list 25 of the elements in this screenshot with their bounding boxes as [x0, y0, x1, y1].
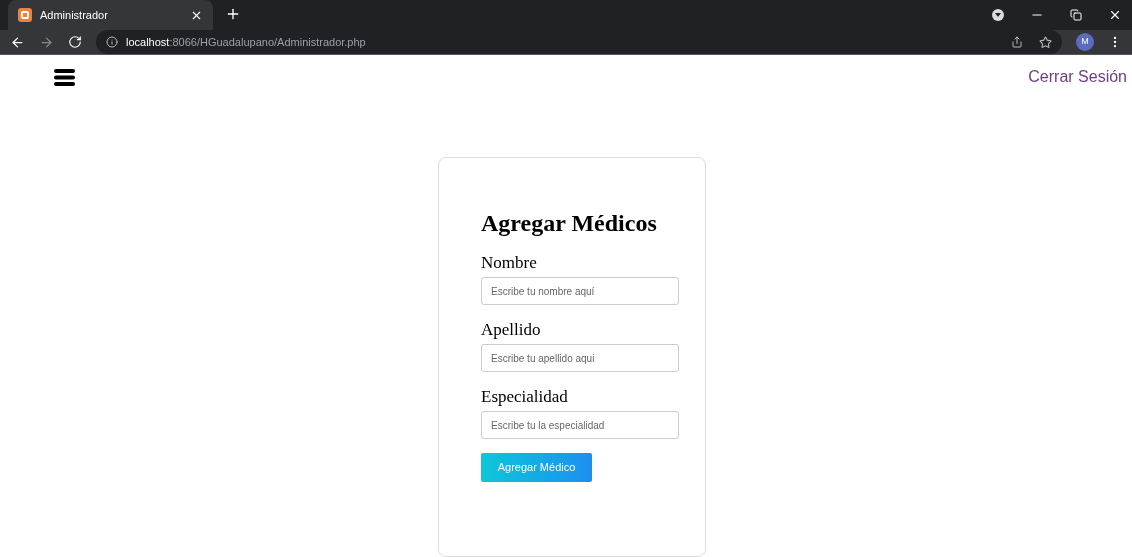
share-icon[interactable] [1011, 36, 1023, 48]
back-icon[interactable] [10, 34, 25, 50]
info-icon [106, 36, 118, 48]
form-title: Agregar Médicos [481, 209, 658, 238]
site-icon [18, 8, 32, 22]
reload-icon[interactable] [68, 35, 82, 49]
restore-icon[interactable] [1070, 9, 1082, 21]
field-label: Especialidad [481, 386, 569, 408]
new-tab-icon[interactable] [225, 6, 241, 22]
dropdown-icon[interactable] [992, 9, 1004, 21]
menu-icon[interactable] [54, 68, 75, 86]
input-field[interactable]: Escribe tu apellido aqui [481, 344, 679, 372]
address-bar[interactable]: localhost:8066/HGuadalupano/Administrador.php [96, 30, 1062, 54]
field-label: Nombre [481, 252, 538, 274]
forward-icon[interactable] [39, 34, 54, 50]
field-label: Apellido [481, 319, 542, 341]
input-field[interactable]: Escribe tu nombre aquí [481, 277, 679, 305]
close-icon[interactable] [1108, 8, 1122, 22]
star-icon[interactable] [1039, 35, 1052, 49]
profile-avatar[interactable]: M [1076, 33, 1094, 51]
browser-tab[interactable]: Administrador [8, 0, 213, 30]
input-field[interactable]: Escribe tu la especialidad [481, 411, 679, 439]
tab-title: Administrador [40, 7, 109, 23]
logout-link[interactable]: Cerrar Sesión [1028, 65, 1127, 89]
url-text: localhost:8066/HGuadalupano/Administrador.php [126, 34, 366, 50]
